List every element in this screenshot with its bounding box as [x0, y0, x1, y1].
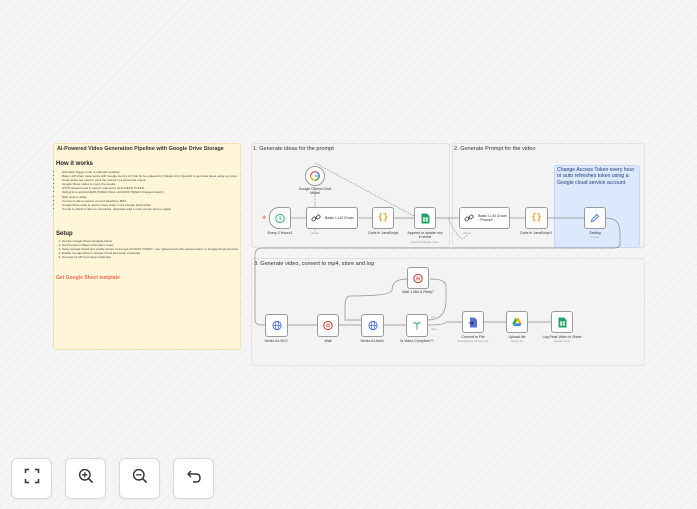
code-javascript1-node[interactable]: {} [525, 207, 548, 229]
llm1-label: Basic LLM Chain [325, 215, 354, 220]
code-braces-icon: {} [531, 213, 542, 223]
append-update-sheet-node[interactable] [414, 207, 436, 229]
pause-icon [413, 273, 423, 283]
zoom-in-button[interactable] [65, 458, 106, 499]
zoom-in-icon [78, 468, 94, 489]
wait-node[interactable] [317, 314, 339, 337]
llm2-label: Basic LLM Chain - Prompt [478, 213, 507, 222]
setting-sublabel: manual [590, 236, 600, 239]
schedule-trigger-node[interactable] [269, 207, 291, 229]
if-false-label: false [431, 328, 437, 331]
upload-file-node[interactable] [506, 311, 528, 333]
code-braces-icon: {} [377, 213, 389, 223]
gemini-icon [310, 171, 320, 181]
google-sheets-icon [557, 317, 567, 327]
code1-label: Code in JavaScript [367, 231, 399, 235]
vertex-ai-fetch-node[interactable] [361, 314, 384, 337]
trigger-label: Every 2 Hours1 [267, 231, 293, 235]
fit-view-button[interactable] [11, 458, 52, 499]
if-video-complete-node[interactable] [406, 314, 428, 337]
pause-icon [323, 320, 333, 331]
upload-label: Upload file [508, 335, 526, 339]
branch-icon [412, 321, 422, 331]
model-port-label: Model [311, 232, 319, 235]
google-drive-icon [512, 317, 522, 327]
zoom-out-icon [132, 468, 148, 489]
code2-label: Code in JavaScript1 [519, 231, 553, 235]
convert-sublabel: Move Base64 String to File [457, 340, 489, 343]
section-title-ideas: 1. Generate ideas for the prompt [253, 146, 334, 152]
google-sheet-template-link[interactable]: Get Google Sheet template [56, 275, 120, 281]
reset-zoom-button[interactable] [173, 458, 214, 499]
pencil-icon [590, 213, 600, 223]
basic-llm-chain-node[interactable]: Basic LLM Chain [306, 207, 358, 229]
if-true-label: true [431, 316, 436, 319]
convert-to-file-node[interactable] [462, 311, 484, 333]
how-it-works-heading: How it works [56, 161, 94, 167]
veo-label: Vertex AI-VEO [264, 339, 288, 343]
link-icon [311, 213, 321, 223]
code-javascript-node[interactable]: {} [372, 207, 394, 229]
basic-llm-chain-prompt-node[interactable]: Basic LLM Chain - Prompt [459, 207, 510, 229]
link-icon [464, 213, 474, 223]
model-port-label: Model [463, 232, 471, 235]
setting-label: Setting [589, 231, 601, 235]
file-convert-icon [468, 317, 478, 327]
convert-label: Convert to File [461, 335, 485, 339]
trigger-inbound-icon: ✚ [262, 215, 267, 221]
gemini-label: Google Gemini Chat Model [298, 187, 332, 195]
section-note-video[interactable] [251, 258, 645, 366]
globe-icon [271, 320, 282, 331]
section-title-video: 3. Generate video, convert to mp4, store… [254, 261, 375, 267]
google-sheets-icon [420, 213, 430, 223]
how-it-works-list: Schedule Trigger node to start the workf… [57, 170, 240, 211]
sheet1-label: Append or update row in sheet [407, 231, 443, 239]
list-item: If node to check if video is completed, … [62, 207, 240, 211]
wait-label: Wait [324, 339, 332, 343]
upload-sublabel: upload: file [510, 340, 524, 343]
setup-list: Get the Google Sheet template below Set … [57, 239, 240, 259]
wait-retry-node[interactable] [407, 267, 429, 289]
fit-view-icon [24, 468, 40, 489]
setup-heading: Setup [56, 231, 73, 237]
log-final-video-node[interactable] [551, 311, 573, 333]
vertex-ai-veo-node[interactable] [265, 314, 288, 337]
sheet1-sublabel: appendOrUpdate: sheet [411, 241, 439, 244]
list-item: Get Gemini API and setup credential [62, 255, 240, 259]
ifnode-label: Is Video Complete?? [400, 339, 434, 343]
google-gemini-chat-model-node[interactable] [305, 166, 325, 186]
clock-icon [275, 213, 285, 223]
wait1-label: Wait 1 Min & Retry? [402, 290, 434, 294]
zoom-out-button[interactable] [119, 458, 160, 499]
log-label: Log Final Video in Sheet [542, 335, 582, 339]
log-sublabel: update: sheet [554, 340, 570, 343]
undo-icon [186, 468, 202, 489]
section-title-prompt: 2. Generate Prompt for the video [454, 146, 536, 152]
fetch-label: Vertex AI-fetch [360, 339, 384, 343]
setting-node[interactable] [584, 207, 606, 229]
token-note-text: Change Access Token every hour or auto r… [557, 167, 635, 186]
globe-icon [367, 320, 378, 331]
note-title: AI-Powered Video Generation Pipeline wit… [57, 146, 224, 152]
